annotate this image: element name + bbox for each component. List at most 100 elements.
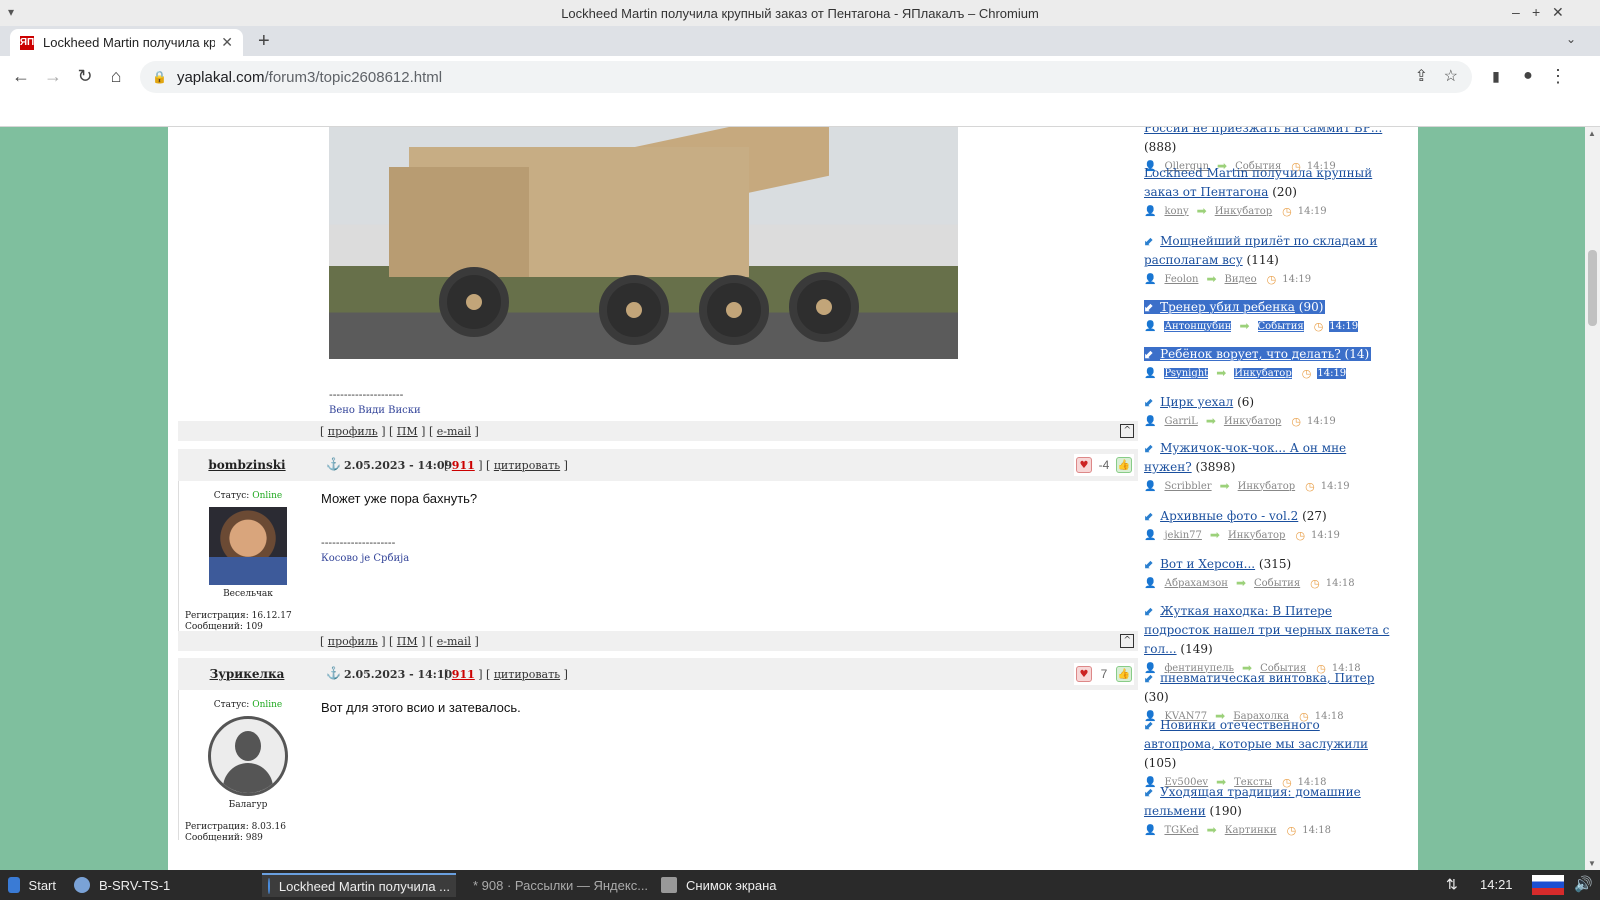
user-icon: 👤 [1144, 367, 1157, 379]
user-avatar[interactable] [209, 507, 287, 585]
signature-text: Вено Види Виски [329, 405, 421, 416]
forward-icon[interactable]: → [41, 64, 65, 88]
profile-avatar-icon[interactable]: ● [1516, 64, 1540, 88]
tab-search-chevron-icon[interactable]: ⌄ [1566, 32, 1576, 46]
post-number-link[interactable]: 911 [452, 668, 475, 681]
topic-category-link[interactable]: Видео [1225, 274, 1257, 285]
topic-author-link[interactable]: Абрахамзон [1164, 578, 1227, 589]
topic-author-link[interactable]: GarriL [1164, 416, 1197, 427]
start-icon [8, 877, 20, 893]
quote-link[interactable]: цитировать [494, 459, 560, 472]
upvote-icon[interactable]: 👍 [1116, 666, 1132, 682]
minimize-icon[interactable]: – [1512, 4, 1520, 20]
topic-category-link[interactable]: Инкубатор [1234, 367, 1292, 379]
scrollbar-thumb[interactable] [1588, 250, 1597, 326]
prev-post-body: -------------------- Вено Види Виски [178, 127, 1138, 424]
network-icon[interactable]: ⇅ [1446, 876, 1458, 893]
user-icon: 👤 [1144, 205, 1157, 217]
keyboard-layout-flag-icon[interactable] [1532, 875, 1564, 895]
topic-author-link[interactable]: Scribbler [1164, 481, 1211, 492]
email-link[interactable]: e-mail [437, 635, 471, 648]
topic-link[interactable]: Уходящая традиция: домашние пельмени [1144, 785, 1361, 818]
taskbar-item[interactable]: * 908 · Рассылки — Яндекс... [458, 873, 652, 897]
scroll-up-icon[interactable]: ▲ [1588, 129, 1596, 138]
topic-category-link[interactable]: Инкубатор [1224, 416, 1281, 427]
upvote-icon[interactable]: 👍 [1116, 457, 1132, 473]
topic-author-link[interactable]: jekin77 [1164, 530, 1201, 541]
taskbar-item[interactable]: Снимок экрана [655, 873, 845, 897]
topic-link[interactable]: пневматическая винтовка, Питер [1160, 671, 1374, 685]
topic-category-link[interactable]: Инкубатор [1238, 481, 1295, 492]
topic-arrow-icon: ⬋ [1144, 671, 1155, 685]
bookmark-star-icon[interactable]: ☆ [1444, 66, 1458, 86]
profile-link[interactable]: профиль [328, 635, 378, 648]
anchor-icon[interactable]: ⚓ [326, 457, 341, 471]
address-bar[interactable]: 🔒 yaplakal.com/forum3/topic2608612.html … [140, 61, 1472, 93]
anchor-icon[interactable]: ⚓ [326, 666, 341, 680]
topic-link[interactable]: Тренер убил ребенка [1160, 300, 1295, 314]
share-icon[interactable]: ⇪ [1415, 66, 1428, 86]
topic-link[interactable]: Ребёнок ворует, что делать? [1160, 347, 1341, 361]
reload-icon[interactable]: ↻ [73, 64, 97, 88]
page-scrollbar[interactable]: ▲ ▼ [1585, 127, 1600, 870]
taskbar-clock[interactable]: 14:21 [1480, 877, 1513, 892]
topic-link[interactable]: Новинки отечественного автопрома, которы… [1144, 718, 1368, 751]
post-image-truck[interactable] [329, 127, 958, 359]
post-header: Зурикелка ⚓ 2.05.2023 - 14:10 [ 911 ] [ … [178, 658, 1138, 690]
taskbar-item[interactable]: Lockheed Martin получила ... [262, 873, 456, 897]
post-author[interactable]: Зурикелка [178, 667, 316, 681]
registration-date: Регистрация: 8.03.16 [185, 822, 286, 832]
topic-category-link[interactable]: События [1257, 320, 1304, 332]
back-icon[interactable]: ← [9, 64, 33, 88]
default-avatar-icon[interactable] [208, 716, 288, 796]
browser-menu-icon[interactable]: ⋮ [1546, 64, 1570, 88]
taskbar-item[interactable]: B-SRV-TS-1 [68, 873, 253, 897]
topic-link[interactable]: Цирк уехал [1160, 395, 1233, 409]
post-number-link[interactable]: 911 [452, 459, 475, 472]
topic-link[interactable]: Мужичок-чок-чок... А он мне нужен? [1144, 441, 1346, 474]
tab-close-icon[interactable]: ✕ [221, 34, 233, 51]
lock-icon[interactable]: 🔒 [152, 70, 167, 84]
topic-category-link[interactable]: Инкубатор [1228, 530, 1285, 541]
profile-link[interactable]: профиль [328, 425, 378, 438]
scroll-top-button[interactable]: ^ [1120, 424, 1134, 438]
topic-author-link[interactable]: kony [1164, 206, 1188, 217]
topic-category-link[interactable]: Картинки [1225, 825, 1277, 836]
topic-author-link[interactable]: Feolon [1164, 274, 1198, 285]
new-tab-icon[interactable]: + [258, 30, 270, 53]
pm-link[interactable]: ПМ [397, 425, 418, 438]
clock-icon: ◷ [1286, 823, 1297, 837]
volume-icon[interactable]: 🔊 [1574, 875, 1593, 893]
topic-title: ⬋ Тренер убил ребенка (90) [1144, 298, 1392, 317]
topic-link[interactable]: Lockheed Martin получила крупный заказ о… [1144, 166, 1372, 199]
rating-score: 7 [1100, 667, 1108, 681]
topic-link[interactable]: России не приезжать на саммит БР... [1144, 127, 1382, 135]
chromium-icon [268, 878, 270, 894]
topic-link[interactable]: Вот и Херсон... [1160, 557, 1255, 571]
topic-author-link[interactable]: TGKed [1164, 825, 1198, 836]
topic-author-link[interactable]: Psynight [1164, 367, 1209, 379]
post-author[interactable]: bombzinski [178, 458, 316, 472]
email-link[interactable]: e-mail [437, 425, 471, 438]
quote-link[interactable]: цитировать [494, 668, 560, 681]
rating-score: -4 [1098, 458, 1110, 472]
topic-category-link[interactable]: События [1254, 578, 1300, 589]
home-icon[interactable]: ⌂ [104, 64, 128, 88]
signature-divider: -------------------- [329, 388, 404, 401]
pm-link[interactable]: ПМ [397, 635, 418, 648]
window-menu-icon[interactable]: ▾ [8, 5, 14, 19]
maximize-icon[interactable]: + [1532, 4, 1540, 20]
window-titlebar: ▾ Lockheed Martin получила крупный заказ… [0, 0, 1600, 26]
scroll-top-button[interactable]: ^ [1120, 634, 1134, 648]
start-button[interactable]: Start [2, 873, 62, 897]
downvote-icon[interactable]: ♥ [1076, 666, 1092, 682]
post-footer: [ профиль ] [ ПМ ] [ e-mail ] ^ [178, 421, 1138, 441]
side-panel-icon[interactable]: ▮ [1484, 64, 1508, 88]
close-window-icon[interactable]: ✕ [1552, 4, 1564, 21]
scroll-down-icon[interactable]: ▼ [1588, 859, 1596, 868]
topic-category-link[interactable]: Инкубатор [1215, 206, 1272, 217]
topic-author-link[interactable]: Антонщубин [1164, 320, 1232, 332]
downvote-icon[interactable]: ♥ [1076, 457, 1092, 473]
topic-link[interactable]: Архивные фото - vol.2 [1160, 509, 1298, 523]
browser-tab[interactable]: ЯП Lockheed Martin получила кру ✕ [10, 29, 243, 56]
